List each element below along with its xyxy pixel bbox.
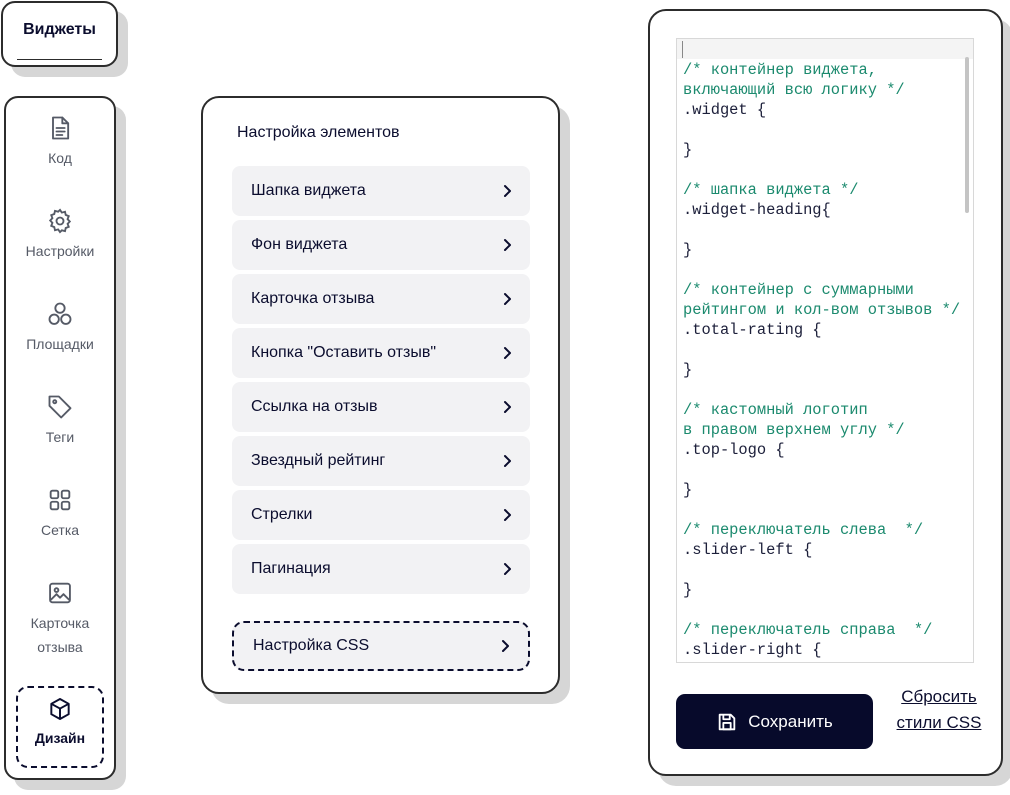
code-line: } — [683, 361, 693, 379]
sidebar-item-label: Настройки — [25, 243, 95, 259]
code-line: .slider-right { — [683, 641, 822, 659]
code-line: /* шапка виджета */ — [683, 181, 859, 199]
chevron-right-icon — [504, 455, 511, 467]
chevron-right-icon — [504, 401, 511, 413]
circles-icon — [48, 302, 72, 325]
code-line: /* переключатель слева */ — [683, 521, 924, 539]
element-row-review-card[interactable]: Карточка отзыва — [232, 274, 530, 324]
editor-scrollbar[interactable] — [965, 57, 969, 213]
code-line: } — [683, 241, 693, 259]
sidebar-item-grid[interactable]: Сетка — [6, 486, 114, 542]
save-button[interactable]: Сохранить — [676, 694, 873, 749]
css-code-editor[interactable]: /* контейнер виджета, включающий всю логи… — [676, 38, 974, 663]
element-row-star-rating[interactable]: Звездный рейтинг — [232, 436, 530, 486]
panel-title: Настройка элементов — [237, 124, 400, 141]
code-line: в правом верхнем углу */ — [683, 421, 905, 439]
element-row-label: Настройка CSS — [253, 637, 370, 654]
editor-active-line — [677, 39, 973, 59]
chevron-right-icon — [504, 347, 511, 359]
element-row-label: Шапка виджета — [251, 182, 366, 199]
grid-icon — [49, 489, 71, 511]
sidebar-item-label: Дизайн — [34, 730, 86, 746]
code-line: .total-rating { — [683, 321, 822, 339]
title-underline — [17, 59, 102, 60]
element-row-widget-header[interactable]: Шапка виджета — [232, 166, 530, 216]
sidebar-item-design[interactable]: Дизайн — [16, 686, 104, 768]
element-row-css-settings[interactable]: Настройка CSS — [232, 621, 530, 671]
code-line: .widget { — [683, 101, 767, 119]
code-line: } — [683, 141, 693, 159]
chevron-right-icon — [502, 640, 509, 652]
element-row-label: Пагинация — [251, 560, 331, 577]
file-text-icon — [52, 116, 70, 140]
css-editor-panel: /* контейнер виджета, включающий всю логи… — [648, 9, 1003, 776]
code-line: } — [683, 481, 693, 499]
element-row-leave-review-button[interactable]: Кнопка "Оставить отзыв" — [232, 328, 530, 378]
code-lines: /* контейнер виджета, включающий всю логи… — [683, 60, 965, 660]
chevron-right-icon — [504, 239, 511, 251]
code-line: /* контейнер с суммарными — [683, 281, 914, 299]
chevron-right-icon — [504, 563, 511, 575]
element-row-review-link[interactable]: Ссылка на отзыв — [232, 382, 530, 432]
sidebar-item-label: Площадки — [26, 336, 94, 352]
code-line: } — [683, 581, 693, 599]
element-row-arrows[interactable]: Стрелки — [232, 490, 530, 540]
sidebar-item-review-card[interactable]: Карточка отзыва — [6, 579, 114, 659]
elements-settings-panel: Настройка элементов Шапка виджета Фон ви… — [201, 96, 560, 694]
sidebar-item-label: Карточка отзыва — [30, 615, 90, 655]
code-line: рейтингом и кол-вом отзывов */ — [683, 301, 961, 319]
chevron-right-icon — [504, 509, 511, 521]
element-row-pagination[interactable]: Пагинация — [232, 544, 530, 594]
sidebar: Код Настройки Площадки Теги Сетка Карточ… — [4, 96, 116, 780]
floppy-disk-icon — [719, 713, 736, 730]
element-row-label: Звездный рейтинг — [251, 452, 386, 469]
sidebar-item-code[interactable]: Код — [6, 114, 114, 170]
text-cursor — [682, 41, 683, 58]
sidebar-item-label: Теги — [45, 429, 75, 445]
sidebar-item-label: Сетка — [40, 522, 80, 538]
code-line: /* контейнер виджета, — [683, 61, 877, 79]
reset-css-link[interactable]: Сбросить стили CSS — [888, 684, 990, 736]
code-line: .slider-left { — [683, 541, 813, 559]
cube-icon — [50, 698, 70, 720]
save-button-label: Сохранить — [748, 711, 833, 731]
code-line: .widget-heading{ — [683, 201, 831, 219]
sidebar-item-label: Код — [48, 150, 72, 166]
chevron-right-icon — [504, 293, 511, 305]
sidebar-item-platforms[interactable]: Площадки — [6, 300, 114, 356]
page-title: Виджеты — [23, 21, 96, 38]
code-line: .top-logo { — [683, 441, 785, 459]
sidebar-item-tags[interactable]: Теги — [6, 393, 114, 449]
element-row-label: Карточка отзыва — [251, 290, 375, 307]
code-line: включающий всю логику */ — [683, 81, 905, 99]
code-line: /* кастомный логотип — [683, 401, 868, 419]
widgets-title-card: Виджеты — [1, 1, 118, 67]
gear-icon — [48, 208, 72, 234]
code-line: /* переключатель справа */ — [683, 621, 933, 639]
tag-icon — [48, 395, 72, 419]
element-row-label: Кнопка "Оставить отзыв" — [251, 344, 437, 361]
element-row-label: Стрелки — [251, 506, 313, 523]
element-row-widget-background[interactable]: Фон виджета — [232, 220, 530, 270]
image-icon — [49, 582, 71, 604]
element-row-label: Ссылка на отзыв — [251, 398, 378, 415]
element-row-label: Фон виджета — [251, 236, 348, 253]
sidebar-item-settings[interactable]: Настройки — [6, 207, 114, 263]
chevron-right-icon — [504, 185, 511, 197]
